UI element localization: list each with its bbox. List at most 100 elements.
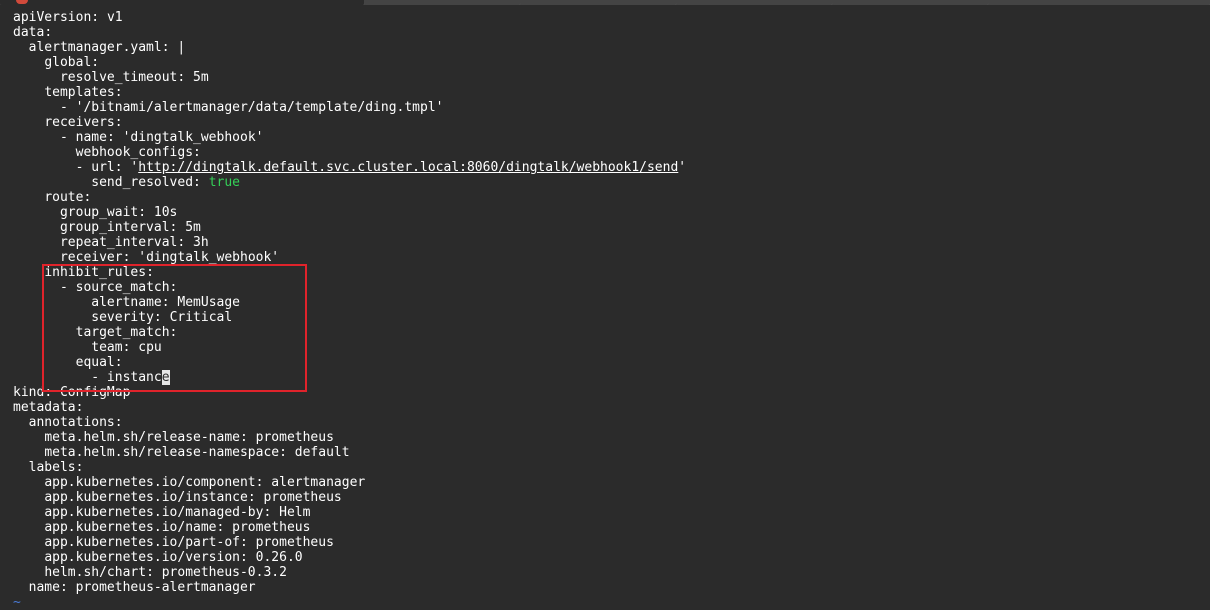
code-line[interactable]: receiver: 'dingtalk_webhook' [13,250,686,265]
yaml-separator: : [114,160,131,175]
code-line[interactable]: - '/bitnami/alertmanager/data/template/d… [13,100,686,115]
code-line[interactable]: meta.helm.sh/release-name: prometheus [13,430,686,445]
yaml-separator: : [114,415,123,430]
yaml-separator: : [216,520,233,535]
code-line[interactable]: helm.sh/chart: prometheus-0.3.2 [13,565,686,580]
yaml-value: | [177,40,186,55]
code-line[interactable]: alertmanager.yaml: | [13,40,686,55]
yaml-separator: : [114,85,123,100]
line-indent: - [13,370,107,385]
code-line[interactable]: labels: [13,460,686,475]
yaml-value: MemUsage [177,295,241,310]
yaml-value: cpu [138,340,162,355]
code-line[interactable]: alertname: MemUsage [13,295,686,310]
code-line[interactable]: equal: [13,355,686,370]
webhook-url-link[interactable]: http://dingtalk.default.svc.cluster.loca… [138,160,678,175]
yaml-quote: ' [678,160,687,175]
code-line[interactable]: route: [13,190,686,205]
tab-status-icon [16,0,28,4]
code-line[interactable]: send_resolved: true [13,175,686,190]
yaml-separator: : [177,70,194,85]
code-line[interactable]: team: cpu [13,340,686,355]
code-line[interactable]: - url: 'http://dingtalk.default.svc.clus… [13,160,687,175]
yaml-separator: : [169,280,178,295]
yaml-value: 'dingtalk_webhook' [122,130,264,145]
yaml-separator: : [122,250,139,265]
yaml-separator: : [83,190,92,205]
code-line[interactable]: app.kubernetes.io/name: prometheus [13,520,686,535]
yaml-value: 3h [193,235,209,250]
yaml-key: severity [91,310,154,325]
code-line[interactable]: receivers: [13,115,686,130]
yaml-key: meta.helm.sh/release-namespace [44,445,280,460]
yaml-value: prometheus-0.3.2 [161,565,287,580]
yaml-boolean-value: true [208,175,240,190]
code-line[interactable]: global: [13,55,686,70]
yaml-key: app.kubernetes.io/part-of [44,535,240,550]
code-line[interactable]: templates: [13,85,686,100]
yaml-key: equal [75,355,115,370]
yaml-value: instanc [106,370,162,385]
yaml-separator: : [255,475,272,490]
code-line[interactable]: repeat_interval: 3h [13,235,686,250]
yaml-separator: : [138,205,154,220]
yaml-separator: : [75,400,84,415]
yaml-key: helm.sh/chart [44,565,147,580]
code-line[interactable]: kind: ConfigMap [13,385,686,400]
code-line[interactable]: apiVersion: v1 [13,10,686,25]
code-line[interactable]: app.kubernetes.io/component: alertmanage… [13,475,686,490]
code-line[interactable]: resolve_timeout: 5m [13,70,686,85]
code-line[interactable]: severity: Critical [13,310,686,325]
code-line[interactable]: group_interval: 5m [13,220,686,235]
code-line[interactable]: data: [13,25,686,40]
code-line[interactable]: inhibit_rules: [13,265,686,280]
terminal-editor[interactable]: apiVersion: v1 data: alertmanager.yaml: |… [0,5,1210,610]
yaml-key: source_match [75,280,170,295]
code-line[interactable]: annotations: [13,415,686,430]
code-line[interactable]: app.kubernetes.io/part-of: prometheus [13,535,686,550]
yaml-value: 5m [185,220,201,235]
yaml-separator: : [44,385,60,400]
yaml-value: prometheus [255,430,334,445]
code-line[interactable]: app.kubernetes.io/version: 0.26.0 [13,550,686,565]
code-line[interactable]: webhook_configs: [13,145,686,160]
yaml-separator: : [169,325,178,340]
yaml-value: default [294,445,350,460]
yaml-key: annotations [28,415,115,430]
code-line[interactable]: app.kubernetes.io/instance: prometheus [13,490,686,505]
yaml-key: alertmanager.yaml [28,40,162,55]
yaml-key: name [75,130,107,145]
yaml-key: app.kubernetes.io/version [44,550,240,565]
code-line[interactable]: - source_match: [13,280,686,295]
code-line[interactable]: - instance [13,370,686,385]
yaml-key: labels [28,460,76,475]
code-line[interactable]: target_match: [13,325,686,340]
yaml-separator: : [263,505,280,520]
yaml-separator: : [247,490,264,505]
code-line[interactable]: group_wait: 10s [13,205,686,220]
yaml-buffer[interactable]: apiVersion: v1 data: alertmanager.yaml: |… [13,10,686,610]
code-line[interactable]: app.kubernetes.io/managed-by: Helm [13,505,686,520]
yaml-key: global [44,55,92,70]
code-line[interactable]: - name: 'dingtalk_webhook' [13,130,686,145]
code-line[interactable]: name: prometheus-alertmanager [13,580,686,595]
code-line[interactable]: meta.helm.sh/release-namespace: default [13,445,686,460]
yaml-value: prometheus [232,520,311,535]
code-line[interactable]: metadata: [13,400,686,415]
line-indent: - [13,280,76,295]
yaml-separator: : [193,145,201,160]
yaml-key: route [44,190,84,205]
